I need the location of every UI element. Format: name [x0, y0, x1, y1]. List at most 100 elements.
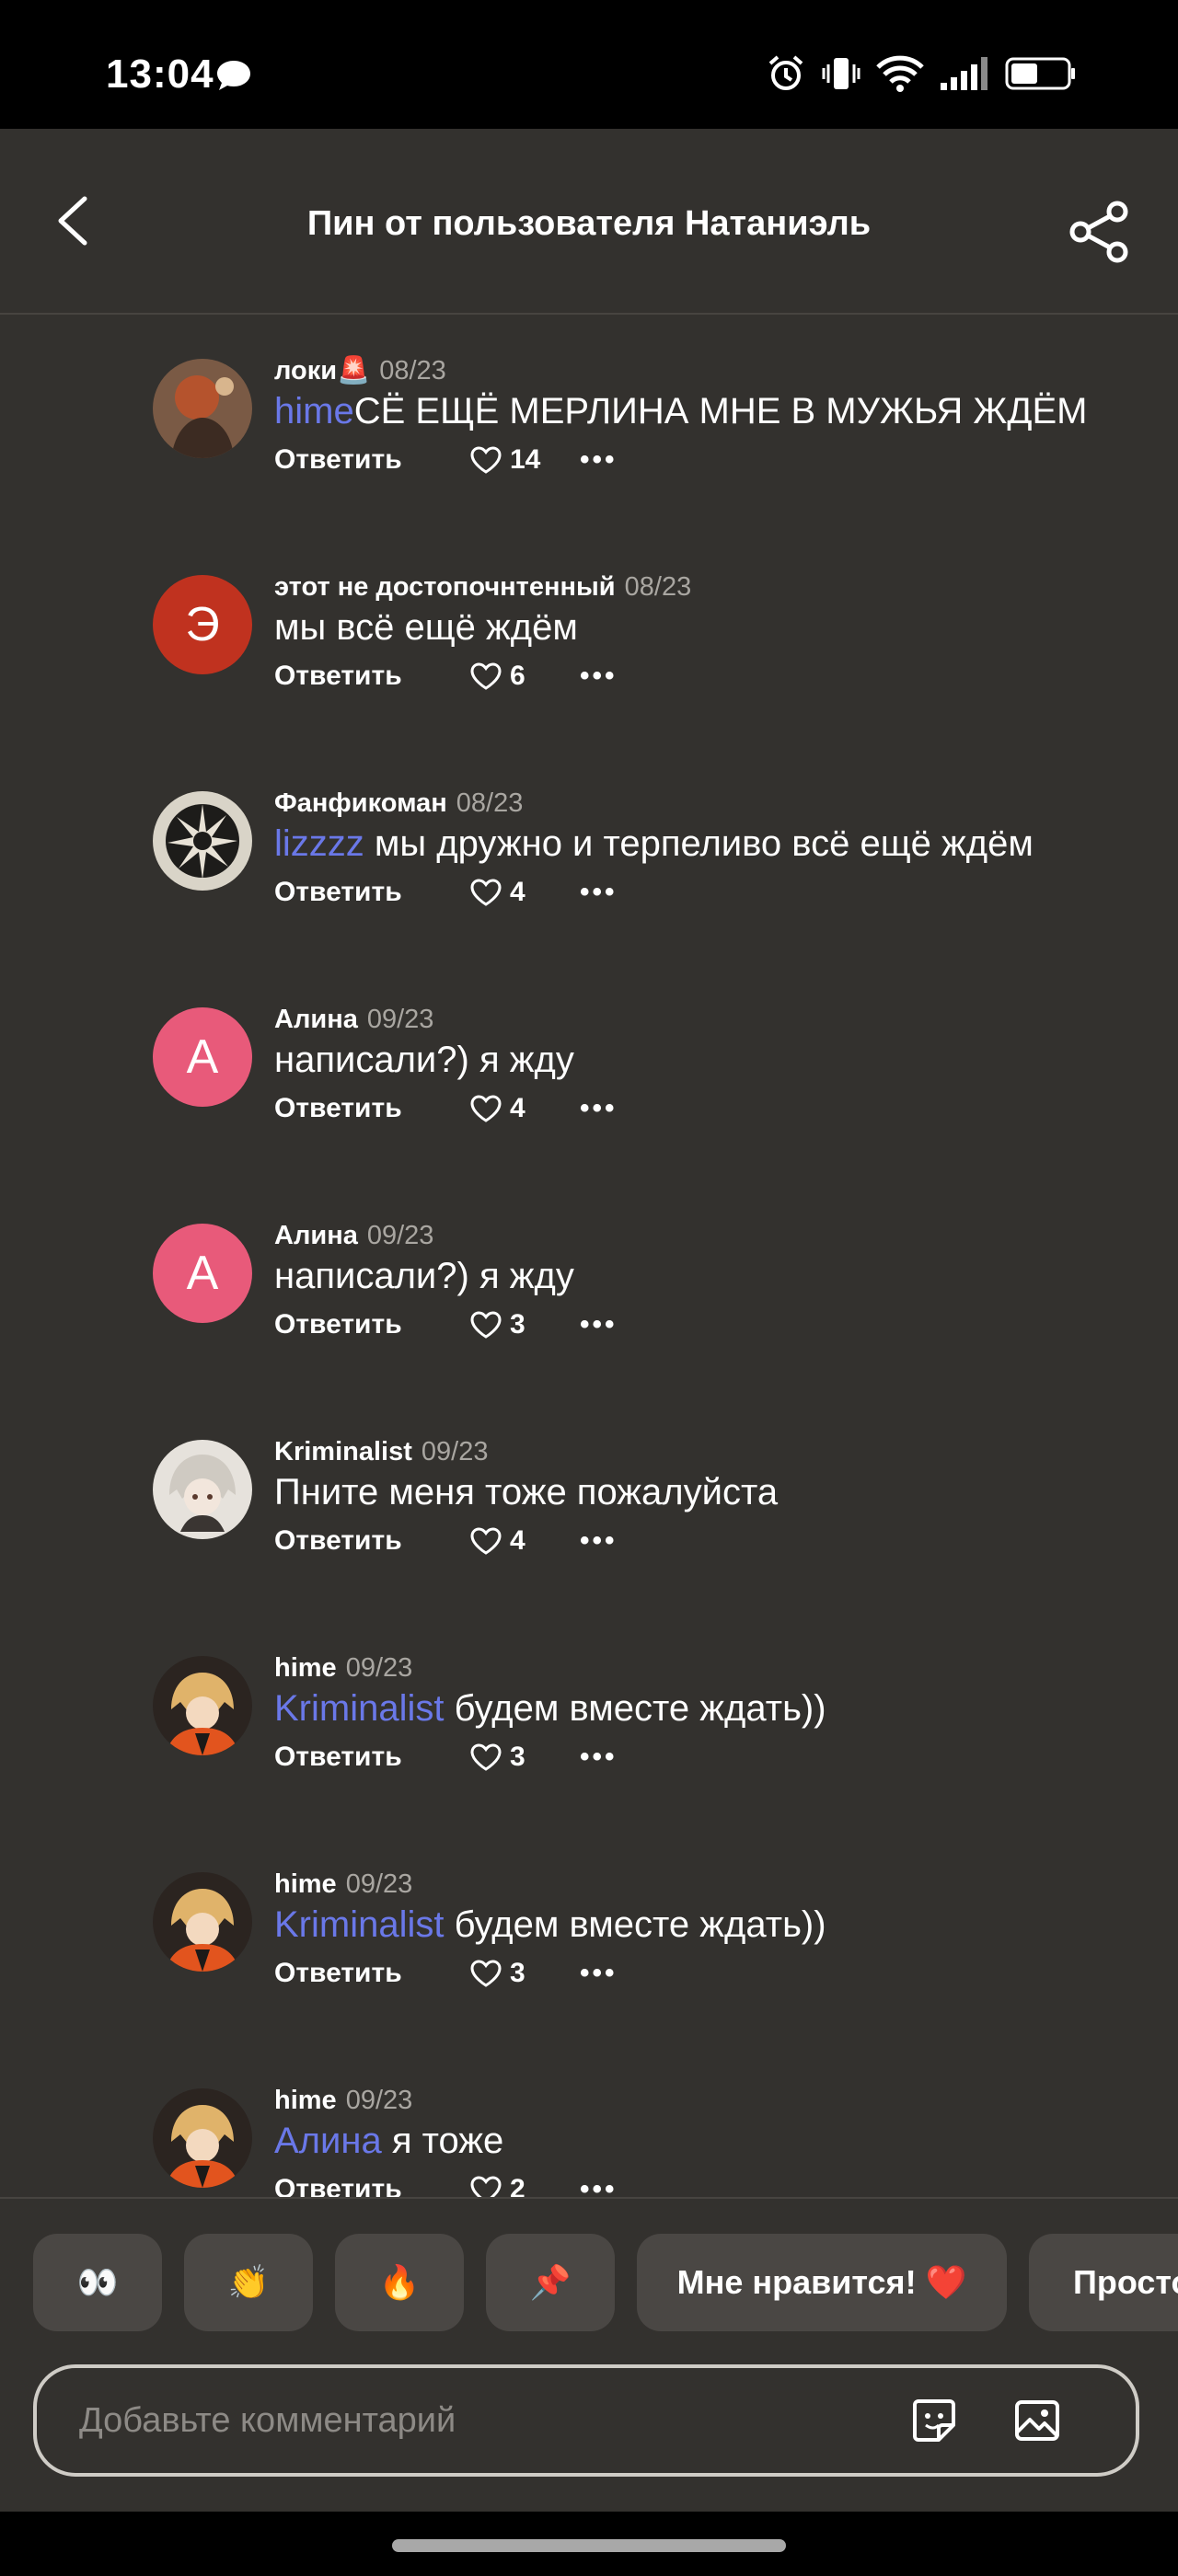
more-options-icon[interactable]: •••	[580, 1093, 618, 1124]
like-button[interactable]: 3	[469, 1958, 580, 1989]
comment-author[interactable]: hime	[274, 2086, 337, 2115]
comment-message: мы всё ещё ждём	[274, 607, 578, 648]
like-button[interactable]: 3	[469, 1742, 580, 1773]
like-count: 2	[510, 2174, 525, 2197]
comment-text: Kriminalist будем вместе ждать))	[274, 1902, 1158, 1948]
reply-button[interactable]: Ответить	[274, 877, 469, 908]
like-button[interactable]: 4	[469, 877, 580, 908]
comment-date: 09/23	[345, 2086, 413, 2115]
comment-author[interactable]: Алина	[274, 1005, 358, 1034]
heart-icon	[470, 879, 502, 906]
heart-icon	[470, 446, 502, 474]
like-button[interactable]: 14	[469, 444, 580, 476]
avatar[interactable]	[153, 359, 252, 458]
more-options-icon[interactable]: •••	[580, 1309, 618, 1340]
reaction-fire[interactable]: 🔥	[335, 2234, 464, 2331]
comment-message: написали?) я жду	[274, 1256, 574, 1296]
heart-icon	[470, 1960, 502, 1987]
mention-link[interactable]: Алина	[274, 2121, 382, 2161]
like-button[interactable]: 2	[469, 2174, 580, 2197]
reply-button[interactable]: Ответить	[274, 444, 469, 476]
reply-button[interactable]: Ответить	[274, 2174, 469, 2197]
reply-button[interactable]: Ответить	[274, 1309, 469, 1340]
comment-text: написали?) я жду	[274, 1253, 1158, 1299]
reply-button[interactable]: Ответить	[274, 661, 469, 692]
sticker-icon[interactable]	[909, 2396, 959, 2445]
heart-icon	[470, 1527, 502, 1555]
heart-icon	[470, 1095, 502, 1122]
like-button[interactable]: 4	[469, 1093, 580, 1124]
comment-date: 09/23	[421, 1437, 489, 1466]
reaction-pin[interactable]: 📌	[486, 2234, 615, 2331]
comment-item: hime 09/23 Алина я тоже Ответить 2 •••	[0, 2044, 1178, 2197]
like-count: 3	[510, 1309, 525, 1340]
comment-item: Э этот не достопочнтенный 08/23 мы всё ещ…	[0, 531, 1178, 715]
reply-button[interactable]: Ответить	[274, 1742, 469, 1773]
comment-author[interactable]: Фанфикоман	[274, 788, 447, 818]
like-count: 4	[510, 1093, 525, 1123]
more-options-icon[interactable]: •••	[580, 2174, 618, 2197]
reaction-clap[interactable]: 👏	[184, 2234, 313, 2331]
like-count: 6	[510, 661, 525, 691]
comment-author[interactable]: локи🚨	[274, 356, 370, 385]
avatar[interactable]	[153, 1872, 252, 1972]
avatar[interactable]	[153, 2088, 252, 2188]
comment-author[interactable]: Алина	[274, 1221, 358, 1250]
like-button[interactable]: 4	[469, 1525, 580, 1557]
battery-icon	[1005, 57, 1075, 90]
comment-date: 09/23	[345, 1869, 413, 1899]
comment-item: локи🚨 08/23 himeСЁ ЕЩЁ МЕРЛИНА МНЕ В МУЖЬ…	[0, 315, 1178, 499]
comment-author[interactable]: hime	[274, 1653, 337, 1683]
more-options-icon[interactable]: •••	[580, 877, 618, 908]
comment-item: hime 09/23 Kriminalist будем вместе ждать…	[0, 1828, 1178, 2012]
reaction-simple-text[interactable]: Просто	[1029, 2234, 1178, 2331]
avatar[interactable]: А	[153, 1007, 252, 1107]
vibrate-icon	[822, 58, 860, 89]
avatar[interactable]: Э	[153, 575, 252, 674]
comment-text: lizzzz мы дружно и терпеливо всё ещё ждё…	[274, 821, 1158, 867]
share-icon[interactable]	[1066, 199, 1132, 265]
mention-link[interactable]: hime	[274, 391, 354, 431]
like-count: 4	[510, 877, 525, 907]
comment-author[interactable]: этот не достопочнтенный	[274, 572, 616, 602]
status-bar: 13:04	[0, 0, 1178, 129]
more-options-icon[interactable]: •••	[580, 1525, 618, 1557]
system-nav-bar	[0, 2512, 1178, 2576]
avatar[interactable]	[153, 1656, 252, 1755]
comment-text: Kriminalist будем вместе ждать))	[274, 1685, 1158, 1731]
heart-icon	[470, 2176, 502, 2197]
comment-item: Kriminalist 09/23 Пните меня тоже пожалуй…	[0, 1396, 1178, 1580]
comments-list[interactable]: локи🚨 08/23 himeСЁ ЕЩЁ МЕРЛИНА МНЕ В МУЖЬ…	[0, 315, 1178, 2197]
more-options-icon[interactable]: •••	[580, 1958, 618, 1989]
comment-actions: Ответить 3 •••	[274, 1737, 1158, 1777]
comment-author[interactable]: hime	[274, 1869, 337, 1899]
more-options-icon[interactable]: •••	[580, 661, 618, 692]
reply-button[interactable]: Ответить	[274, 1958, 469, 1989]
like-button[interactable]: 3	[469, 1309, 580, 1340]
reaction-like-text[interactable]: Мне нравится! ❤️	[637, 2234, 1007, 2331]
mention-link[interactable]: lizzzz	[274, 823, 364, 864]
avatar[interactable]	[153, 1440, 252, 1539]
avatar[interactable]	[153, 791, 252, 891]
reply-button[interactable]: Ответить	[274, 1525, 469, 1557]
image-icon[interactable]	[1012, 2396, 1062, 2445]
avatar[interactable]: А	[153, 1224, 252, 1323]
app-header: Пин от пользователя Натаниэль	[0, 129, 1178, 315]
reply-button[interactable]: Ответить	[274, 1093, 469, 1124]
comment-message: будем вместе ждать))	[444, 1688, 826, 1729]
like-button[interactable]: 6	[469, 661, 580, 692]
mention-link[interactable]: Kriminalist	[274, 1688, 444, 1729]
home-indicator[interactable]	[392, 2539, 786, 2552]
more-options-icon[interactable]: •••	[580, 444, 618, 476]
comment-actions: Ответить 4 •••	[274, 1521, 1158, 1561]
chat-notification-icon	[217, 61, 250, 90]
more-options-icon[interactable]: •••	[580, 1742, 618, 1773]
comment-text: Пните меня тоже пожалуйста	[274, 1469, 1158, 1515]
wifi-icon	[876, 55, 924, 92]
quick-reactions-bar: 👀 👏 🔥 📌 Мне нравится! ❤️ Просто	[0, 2197, 1178, 2366]
mention-link[interactable]: Kriminalist	[274, 1904, 444, 1945]
comment-composer[interactable]: Добавьте комментарий	[33, 2364, 1139, 2477]
reaction-eyes[interactable]: 👀	[33, 2234, 162, 2331]
comment-author[interactable]: Kriminalist	[274, 1437, 412, 1466]
comment-input[interactable]: Добавьте комментарий	[79, 2401, 456, 2441]
